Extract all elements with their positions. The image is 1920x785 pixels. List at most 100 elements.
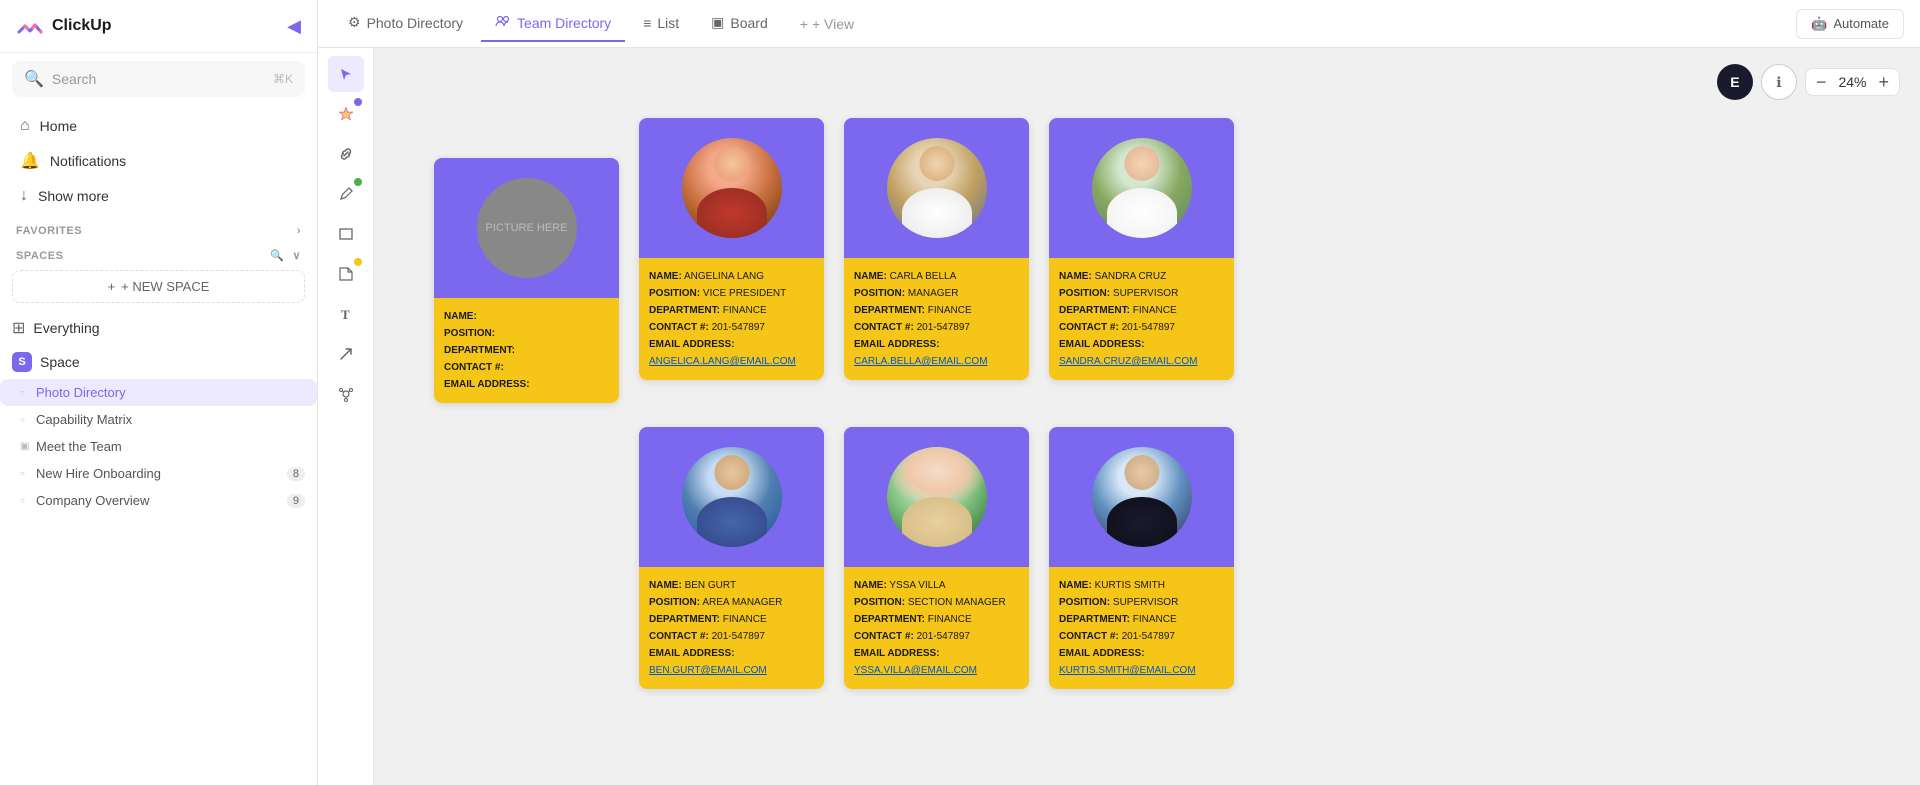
photo-directory-label: Photo Directory (36, 385, 126, 400)
tab-board[interactable]: ▣ Board (697, 6, 782, 41)
svg-text:T: T (341, 307, 350, 322)
angelina-contact: 201-547897 (712, 322, 765, 333)
picture-placeholder: PICTURE HERE (477, 178, 577, 278)
angelina-dept: FINANCE (723, 305, 767, 316)
arrow-tool[interactable] (328, 336, 364, 372)
card-bottom-carla: NAME: CARLA BELLA POSITION: MANAGER DEPA… (844, 258, 1029, 380)
link-tool[interactable] (328, 136, 364, 172)
new-space-button[interactable]: + + NEW SPACE (12, 270, 305, 303)
info-button[interactable]: ℹ (1761, 64, 1797, 100)
favorites-expand-icon[interactable]: › (297, 225, 301, 237)
nav-items: ⌂ Home 🔔 Notifications ↓ Show more (0, 105, 317, 217)
add-view-button[interactable]: + + View (786, 8, 868, 40)
content-area: T E ℹ − 24% + (318, 48, 1920, 785)
sandra-name: SANDRA CRUZ (1095, 271, 1167, 282)
search-shortcut: ⌘K (273, 72, 293, 86)
logo-area: ClickUp (16, 12, 112, 40)
sidebar-item-meet-the-team[interactable]: Meet the Team (0, 433, 317, 460)
yssa-position: SECTION MANAGER (908, 597, 1006, 608)
carla-email[interactable]: carla.bella@email.com (854, 356, 988, 367)
card-bottom-yssa: NAME: YSSA VILLA POSITION: SECTION MANAG… (844, 567, 1029, 689)
sidebar: ClickUp ◀ 🔍 Search ⌘K ⌂ Home 🔔 Notificat… (0, 0, 318, 785)
zoom-controls: − 24% + (1805, 68, 1900, 96)
collapse-sidebar-button[interactable]: ◀ (287, 16, 301, 37)
sidebar-home-label: Home (40, 118, 77, 134)
kurtis-position: SUPERVISOR (1113, 597, 1178, 608)
user-avatar[interactable]: E (1717, 64, 1753, 100)
card-photo-yssa (887, 447, 987, 547)
card-top-angelina (639, 118, 824, 258)
angelina-name: ANGELINA LANG (684, 271, 764, 282)
cards-row-2: NAME: BEN GURT POSITION: AREA MANAGER DE… (639, 427, 1234, 689)
employee-card-sandra: NAME: SANDRA CRUZ POSITION: SUPERVISOR D… (1049, 118, 1234, 380)
sidebar-item-home[interactable]: ⌂ Home (8, 109, 309, 143)
template-card-bottom: NAME: POSITION: DEPARTMENT: CONTACT #: E… (434, 298, 619, 403)
capability-matrix-label: Capability Matrix (36, 412, 132, 427)
search-icon: 🔍 (24, 69, 44, 89)
text-tool[interactable]: T (328, 296, 364, 332)
carla-dept: FINANCE (928, 305, 972, 316)
color-picker-tool[interactable] (328, 96, 364, 132)
ben-email[interactable]: ben.gurt@email.com (649, 665, 767, 676)
kurtis-email[interactable]: kurtis.smith@email.com (1059, 665, 1196, 676)
sidebar-item-everything[interactable]: ⊞ Everything (0, 311, 317, 345)
plus-icon: + (800, 16, 808, 32)
tab-team-directory[interactable]: Team Directory (481, 5, 625, 42)
sidebar-item-notifications[interactable]: 🔔 Notifications (8, 143, 309, 179)
sidebar-header: ClickUp ◀ (0, 0, 317, 53)
template-department-label: DEPARTMENT: (444, 345, 515, 356)
sidebar-item-space[interactable]: S Space (0, 345, 317, 379)
tab-list[interactable]: ≡ List (629, 7, 693, 41)
settings-icon: ⚙ (348, 14, 361, 31)
spaces-chevron-icon[interactable]: ∨ (292, 249, 301, 262)
sidebar-item-show-more[interactable]: ↓ Show more (8, 179, 309, 213)
zoom-in-button[interactable]: + (1878, 73, 1889, 91)
sidebar-item-photo-directory[interactable]: Photo Directory (0, 379, 317, 406)
ben-dept: FINANCE (723, 614, 767, 625)
connections-tool[interactable] (328, 376, 364, 412)
card-photo-ben (682, 447, 782, 547)
sandra-email[interactable]: sandra.cruz@email.com (1059, 356, 1198, 367)
company-overview-count-badge: 9 (287, 494, 305, 508)
sidebar-item-capability-matrix[interactable]: Capability Matrix (0, 406, 317, 433)
search-bar[interactable]: 🔍 Search ⌘K (12, 61, 305, 97)
card-top-sandra (1049, 118, 1234, 258)
template-card: PICTURE HERE NAME: POSITION: DEPARTMENT:… (434, 158, 619, 403)
spaces-actions: 🔍 ∨ (270, 249, 301, 262)
sidebar-item-new-hire-onboarding[interactable]: New Hire Onboarding 8 (0, 460, 317, 487)
logo-text: ClickUp (52, 17, 112, 35)
template-position-label: POSITION: (444, 328, 495, 339)
sticky-note-tool[interactable] (328, 256, 364, 292)
spaces-label: SPACES (16, 250, 63, 262)
employee-card-kurtis: NAME: KURTIS SMITH POSITION: SUPERVISOR … (1049, 427, 1234, 689)
sidebar-item-company-overview[interactable]: Company Overview 9 (0, 487, 317, 514)
pencil-tool[interactable] (328, 176, 364, 212)
canvas[interactable]: E ℹ − 24% + PICTURE HERE (374, 48, 1920, 785)
left-toolbar: T (318, 48, 374, 785)
automate-button[interactable]: 🤖 Automate (1796, 9, 1904, 39)
carla-contact: 201-547897 (917, 322, 970, 333)
card-bottom-kurtis: NAME: KURTIS SMITH POSITION: SUPERVISOR … (1049, 567, 1234, 689)
ben-contact: 201-547897 (712, 631, 765, 642)
zoom-out-button[interactable]: − (1816, 73, 1827, 91)
employee-card-carla: NAME: CARLA BELLA POSITION: MANAGER DEPA… (844, 118, 1029, 380)
sandra-dept: FINANCE (1133, 305, 1177, 316)
card-photo-carla (887, 138, 987, 238)
spaces-search-icon[interactable]: 🔍 (270, 249, 284, 262)
card-top-kurtis (1049, 427, 1234, 567)
cards-row-1: PICTURE HERE NAME: POSITION: DEPARTMENT:… (434, 118, 1234, 403)
sidebar-show-more-label: Show more (38, 188, 109, 204)
yssa-email[interactable]: yssa.villa@email.com (854, 665, 977, 676)
tab-photo-directory[interactable]: ⚙ Photo Directory (334, 6, 477, 41)
rectangle-tool[interactable] (328, 216, 364, 252)
cursor-tool[interactable] (328, 56, 364, 92)
card-bottom-ben: NAME: BEN GURT POSITION: AREA MANAGER DE… (639, 567, 824, 689)
angelina-email[interactable]: angelica.lang@email.com (649, 356, 796, 367)
template-contact-label: CONTACT #: (444, 362, 504, 373)
meet-the-team-label: Meet the Team (36, 439, 122, 454)
new-hire-onboarding-label: New Hire Onboarding (36, 466, 161, 481)
grid-icon: ⊞ (12, 318, 25, 338)
space-label: Space (40, 354, 80, 370)
angelina-position: VICE PRESIDENT (703, 288, 786, 299)
kurtis-name: KURTIS SMITH (1095, 580, 1165, 591)
